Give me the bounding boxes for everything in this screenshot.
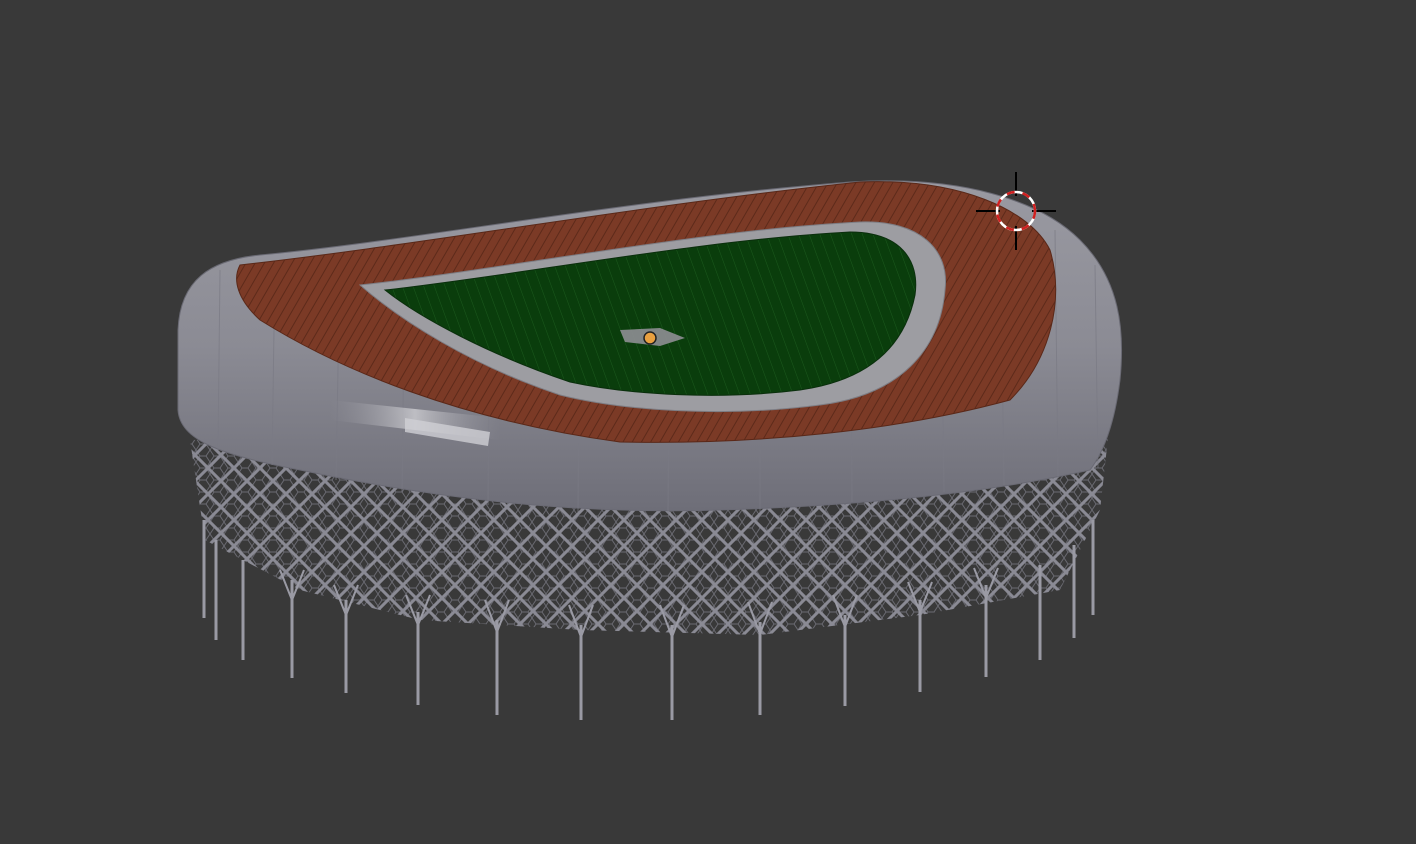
- 3d-viewport[interactable]: [0, 0, 1416, 844]
- object-origin-icon: [643, 331, 657, 345]
- viewport-canvas[interactable]: [0, 0, 1416, 844]
